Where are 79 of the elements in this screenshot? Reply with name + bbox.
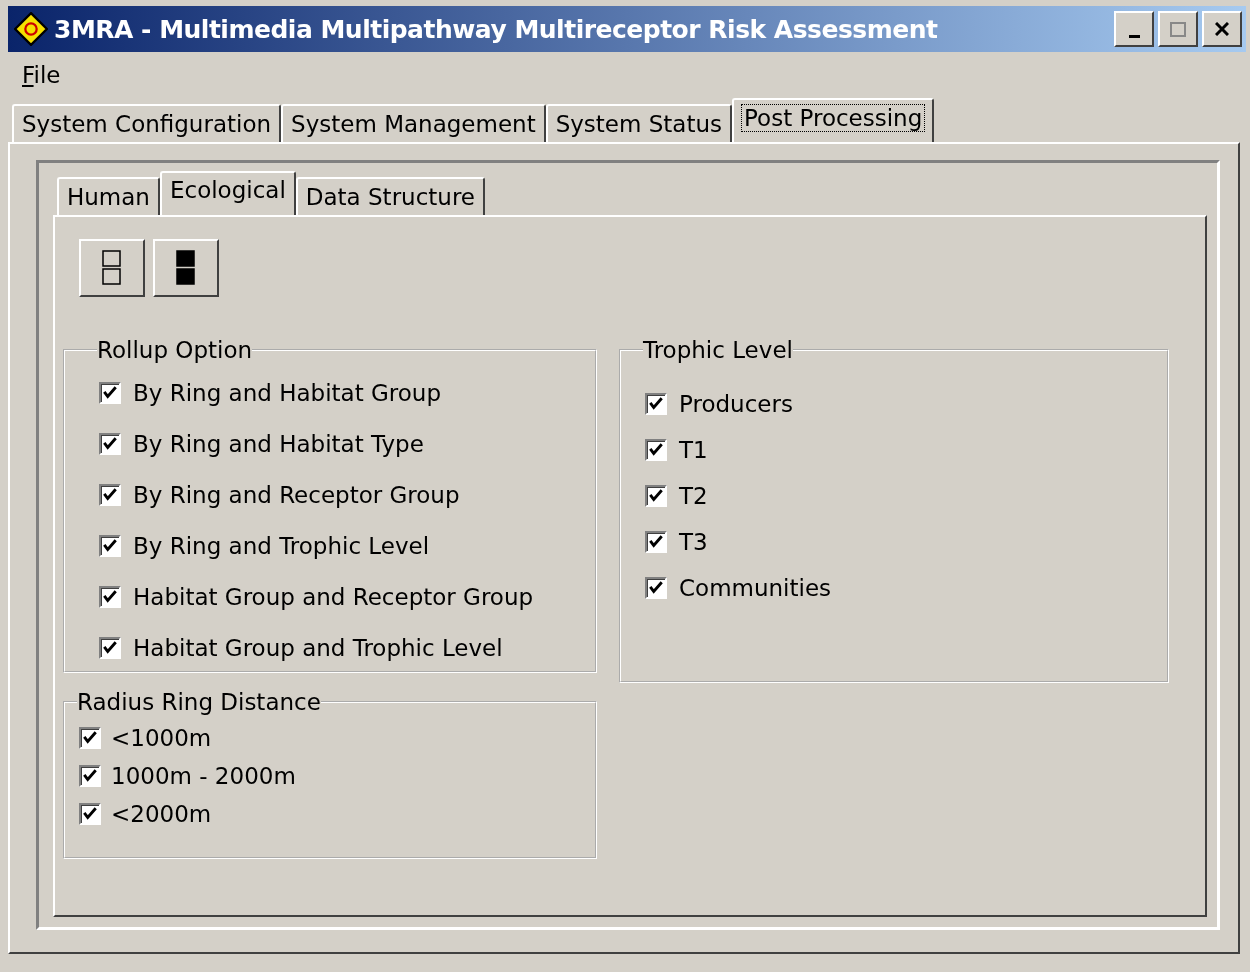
tab[interactable]: Data Structure [295, 177, 486, 215]
group-title: Radius Ring Distance [77, 689, 321, 715]
checkbox-box[interactable] [99, 534, 121, 557]
checkbox-box[interactable] [99, 432, 121, 455]
checkbox[interactable]: <1000m [79, 719, 583, 757]
menu-item[interactable]: File [22, 62, 61, 88]
check-icon [648, 534, 664, 550]
check-icon [82, 806, 98, 822]
checkbox[interactable]: Habitat Group and Trophic Level [99, 622, 583, 673]
check-icon [82, 768, 98, 784]
checkbox-label: 1000m - 2000m [111, 763, 296, 789]
checkbox[interactable]: By Ring and Receptor Group [99, 469, 583, 520]
checkbox-box[interactable] [645, 531, 667, 553]
tab[interactable]: System Configuration [12, 104, 282, 142]
checkbox-label: T2 [679, 483, 708, 509]
checkbox[interactable]: T1 [645, 427, 1155, 473]
checkbox-box[interactable] [99, 585, 121, 608]
checkbox-box[interactable] [99, 483, 121, 506]
checkbox-label: By Ring and Trophic Level [133, 532, 430, 559]
checkbox-box[interactable] [645, 485, 667, 507]
check-icon [648, 396, 664, 412]
checkbox[interactable]: T3 [645, 519, 1155, 565]
checkbox-label: By Ring and Habitat Group [133, 379, 441, 406]
checkbox[interactable]: By Ring and Habitat Type [99, 418, 583, 469]
check-icon [102, 588, 118, 605]
checkbox-label: T1 [679, 437, 708, 463]
minimize-icon [1128, 34, 1140, 38]
check-icon [82, 730, 98, 746]
tab[interactable]: System Status [545, 104, 733, 142]
close-button[interactable] [1202, 11, 1242, 47]
checkbox[interactable]: 1000m - 2000m [79, 757, 583, 795]
checkbox-box[interactable] [79, 803, 101, 825]
checkbox-box[interactable] [645, 393, 667, 415]
checkbox-box[interactable] [645, 577, 667, 599]
checkbox-label: Habitat Group and Trophic Level [133, 634, 503, 661]
checkbox[interactable]: T2 [645, 473, 1155, 519]
check-icon [648, 580, 664, 596]
tab[interactable]: System Management [281, 104, 546, 142]
checkbox-box[interactable] [79, 765, 101, 787]
checkbox-box[interactable] [645, 439, 667, 461]
checkbox[interactable]: Producers [645, 381, 1155, 427]
checkbox-label: By Ring and Receptor Group [133, 481, 460, 508]
group-title: Rollup Option [97, 337, 253, 363]
group-title: Trophic Level [643, 337, 793, 363]
toolbar-button[interactable] [79, 239, 145, 297]
check-icon [102, 537, 118, 554]
check-icon [102, 639, 118, 656]
checkbox-box[interactable] [79, 727, 101, 749]
checkbox-label: T3 [679, 529, 708, 555]
close-icon [1215, 22, 1229, 36]
tab[interactable]: Ecological [159, 171, 296, 215]
checkbox-box[interactable] [99, 381, 121, 404]
tab[interactable]: Post Processing [732, 98, 935, 142]
checkbox[interactable]: By Ring and Trophic Level [99, 520, 583, 571]
checkbox[interactable]: Communities [645, 565, 1155, 611]
check-icon [102, 384, 118, 401]
checkbox-label: <2000m [111, 801, 212, 827]
filled-squares-icon [176, 250, 196, 286]
checkbox[interactable]: <2000m [79, 795, 583, 833]
check-icon [102, 486, 118, 503]
checkbox-label: Communities [679, 575, 832, 601]
check-icon [648, 442, 664, 458]
checkbox-label: Producers [679, 391, 793, 417]
checkbox-box[interactable] [99, 636, 121, 659]
maximize-icon [1170, 21, 1186, 37]
toolbar-button[interactable] [153, 239, 219, 297]
check-icon [648, 488, 664, 504]
empty-squares-icon [102, 250, 122, 286]
maximize-button[interactable] [1158, 11, 1198, 47]
diamond-icon [14, 12, 48, 46]
checkbox[interactable]: Habitat Group and Receptor Group [99, 571, 583, 622]
checkbox[interactable]: By Ring and Habitat Group [99, 367, 583, 418]
checkbox-label: By Ring and Habitat Type [133, 430, 424, 457]
minimize-button[interactable] [1114, 11, 1154, 47]
tab[interactable]: Human [57, 177, 160, 215]
check-icon [102, 435, 118, 452]
checkbox-label: <1000m [111, 725, 212, 751]
window-title: 3MRA - Multimedia Multipathway Multireceptor Risk Assessment [54, 14, 939, 44]
checkbox-label: Habitat Group and Receptor Group [133, 583, 534, 610]
